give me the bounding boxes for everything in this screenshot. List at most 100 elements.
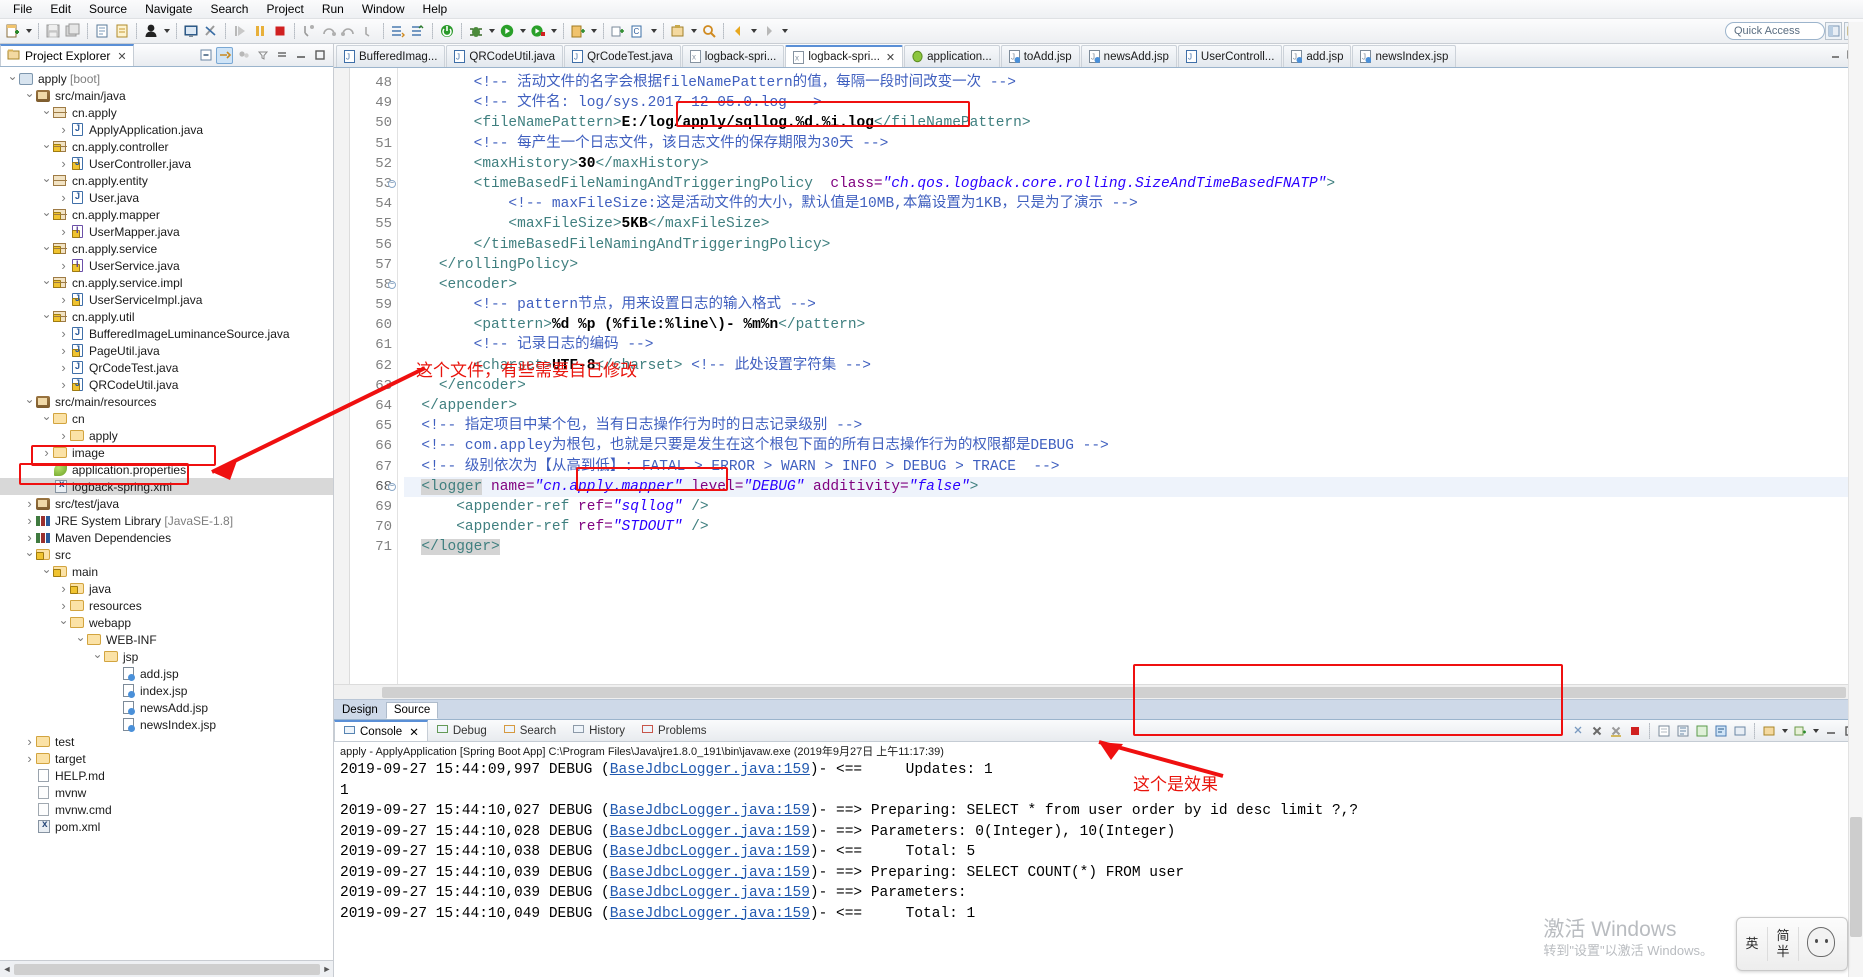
pin-console-icon[interactable] [1569, 722, 1587, 740]
chevron-down-icon[interactable] [40, 140, 53, 154]
tree-item-apply[interactable]: apply [0, 427, 333, 444]
terminate-icon[interactable] [1588, 722, 1606, 740]
tab-design[interactable]: Design [334, 702, 386, 719]
menu-item-window[interactable]: Window [353, 0, 414, 19]
new-console-dropdown-icon[interactable] [1810, 721, 1821, 741]
open-type-icon[interactable] [141, 21, 161, 41]
clear-console-icon[interactable] [1655, 722, 1673, 740]
chevron-down-icon[interactable] [23, 548, 36, 562]
tree-item-help-md[interactable]: HELP.md [0, 767, 333, 784]
ime-avatar-icon[interactable] [1799, 921, 1845, 967]
tree-item-web-inf[interactable]: WEB-INF [0, 631, 333, 648]
tree-item-cn-apply-mapper[interactable]: cn.apply.mapper [0, 206, 333, 223]
code-line[interactable]: <maxFileSize>5KB</maxFileSize> [404, 214, 1863, 234]
editor-tab-newsindex-jsp[interactable]: JnewsIndex.jsp [1352, 45, 1457, 67]
minimize-icon[interactable] [292, 47, 309, 64]
console-source-link[interactable]: BaseJdbcLogger.java:159 [610, 844, 810, 860]
code-line[interactable]: <!-- 记录日志的编码 --> [404, 335, 1863, 355]
power-icon[interactable] [437, 21, 457, 41]
editor-tab-logback-spri-[interactable]: x logback-spri... [681, 45, 785, 67]
tree-item-webapp[interactable]: webapp [0, 614, 333, 631]
remove-all-terminated-icon[interactable] [1607, 722, 1625, 740]
chevron-down-icon[interactable] [57, 616, 70, 630]
chevron-right-icon[interactable] [57, 581, 70, 596]
editor-code[interactable]: <!-- 活动文件的名字会根据fileNamePattern的值，每隔一段时间改… [398, 68, 1863, 684]
chevron-right-icon[interactable] [57, 326, 70, 341]
tab-source[interactable]: Source [385, 702, 439, 719]
tree-item-newsindex-jsp[interactable]: newsIndex.jsp [0, 716, 333, 733]
tree-item-cn-apply-service[interactable]: cn.apply.service [0, 240, 333, 257]
fold-toggle-icon[interactable]: − [388, 482, 396, 491]
console-minimize-icon[interactable] [1822, 722, 1840, 740]
scroll-right-icon[interactable]: ► [320, 963, 334, 976]
code-line[interactable]: <encoder> [404, 275, 1863, 295]
menu-item-source[interactable]: Source [80, 0, 136, 19]
skip-breakpoints-icon[interactable] [201, 21, 221, 41]
step-into-icon[interactable] [299, 21, 319, 41]
chevron-down-icon[interactable] [23, 89, 36, 103]
chevron-right-icon[interactable] [57, 360, 70, 375]
ime-shape-toggle[interactable]: 简 半 [1768, 928, 1798, 960]
code-line[interactable]: <pattern>%d %p (%file:%line\)- %m%n</pat… [404, 315, 1863, 335]
tree-item-test[interactable]: test [0, 733, 333, 750]
code-line[interactable]: </timeBasedFileNamingAndTriggeringPolicy… [404, 235, 1863, 255]
console-output[interactable]: 2019-09-27 15:44:09,997 DEBUG (BaseJdbcL… [334, 759, 1863, 977]
close-icon[interactable]: ✕ [886, 51, 895, 64]
chevron-right-icon[interactable] [57, 377, 70, 392]
tree-item-userserviceimpl-java[interactable]: UserServiceImpl.java [0, 291, 333, 308]
tree-item-newsadd-jsp[interactable]: newsAdd.jsp [0, 699, 333, 716]
run-external-dropdown-icon[interactable] [548, 21, 559, 41]
menu-item-file[interactable]: File [4, 0, 41, 19]
code-line[interactable]: <appender-ref ref="sqllog" /> [404, 497, 1863, 517]
console-tab-search[interactable]: Search [495, 720, 564, 741]
tree-item-jsp[interactable]: jsp [0, 648, 333, 665]
console-vertical-scrollbar[interactable] [1848, 22, 1863, 977]
show-console-on-output-icon[interactable] [1693, 722, 1711, 740]
new-package-icon[interactable] [608, 21, 628, 41]
forward-dropdown-icon[interactable] [779, 21, 790, 41]
console-tab-console[interactable]: Console ✕ [334, 720, 428, 741]
word-wrap-icon[interactable] [1712, 722, 1730, 740]
code-line[interactable]: <maxHistory>30</maxHistory> [404, 154, 1863, 174]
resume-icon[interactable] [230, 21, 250, 41]
chevron-right-icon[interactable] [57, 598, 70, 613]
tree-item-index-jsp[interactable]: index.jsp [0, 682, 333, 699]
chevron-down-icon[interactable] [40, 242, 53, 256]
fold-toggle-icon[interactable]: − [388, 179, 396, 188]
project-tree[interactable]: apply [boot] src/main/java cn.apply ApplyAp… [0, 67, 333, 960]
tree-item-image[interactable]: image [0, 444, 333, 461]
tree-item-userservice-java[interactable]: UserService.java [0, 257, 333, 274]
tree-item-cn-apply-util[interactable]: cn.apply.util [0, 308, 333, 325]
code-line[interactable]: <!-- 每产生一个日志文件，该日志文件的保存期限为30天 --> [404, 134, 1863, 154]
tree-item-maven-dependencies[interactable]: Maven Dependencies [0, 529, 333, 546]
quick-access-input[interactable]: Quick Access [1725, 22, 1825, 40]
open-console-dropdown-icon[interactable] [1779, 721, 1790, 741]
chevron-right-icon[interactable] [57, 190, 70, 205]
chevron-down-icon[interactable] [40, 310, 53, 324]
ime-mode-label[interactable]: 英 [1737, 936, 1767, 952]
tree-item-cn-apply-service-impl[interactable]: cn.apply.service.impl [0, 274, 333, 291]
console-source-link[interactable]: BaseJdbcLogger.java:159 [610, 824, 810, 840]
new-java-project-dropdown-icon[interactable] [588, 21, 599, 41]
forward-icon[interactable] [759, 21, 779, 41]
tree-item-java[interactable]: java [0, 580, 333, 597]
tree-item-user-java[interactable]: User.java [0, 189, 333, 206]
editor-tab-bufferedimag-[interactable]: J BufferedImag... [336, 45, 446, 67]
editor-tab-application-[interactable]: application... [904, 45, 1000, 67]
editor-tab-qrcodetest-java[interactable]: J QrCodeTest.java [564, 45, 681, 67]
menu-item-help[interactable]: Help [414, 0, 457, 19]
code-line[interactable]: <appender-ref ref="STDOUT" /> [404, 517, 1863, 537]
tree-item-usermapper-java[interactable]: UserMapper.java [0, 223, 333, 240]
code-line[interactable]: <!-- pattern节点，用来设置日志的输入格式 --> [404, 295, 1863, 315]
chevron-right-icon[interactable] [23, 496, 36, 511]
chevron-down-icon[interactable] [40, 276, 53, 290]
editor-tab-qrcodeutil-java[interactable]: J QRCodeUtil.java [446, 45, 564, 67]
tree-item-src-main-resources[interactable]: src/main/resources [0, 393, 333, 410]
editor-tab-add-jsp[interactable]: Jadd.jsp [1283, 45, 1352, 67]
code-line[interactable]: </appender> [404, 396, 1863, 416]
code-line[interactable]: <fileNamePattern>E:/log/apply/sqllog.%d.… [404, 113, 1863, 133]
ime-status-bar[interactable]: 英 简 半 [1736, 917, 1848, 971]
console-source-link[interactable]: BaseJdbcLogger.java:159 [610, 906, 810, 922]
tree-item-apply[interactable]: apply [boot] [0, 70, 333, 87]
tree-item-src-main-java[interactable]: src/main/java [0, 87, 333, 104]
